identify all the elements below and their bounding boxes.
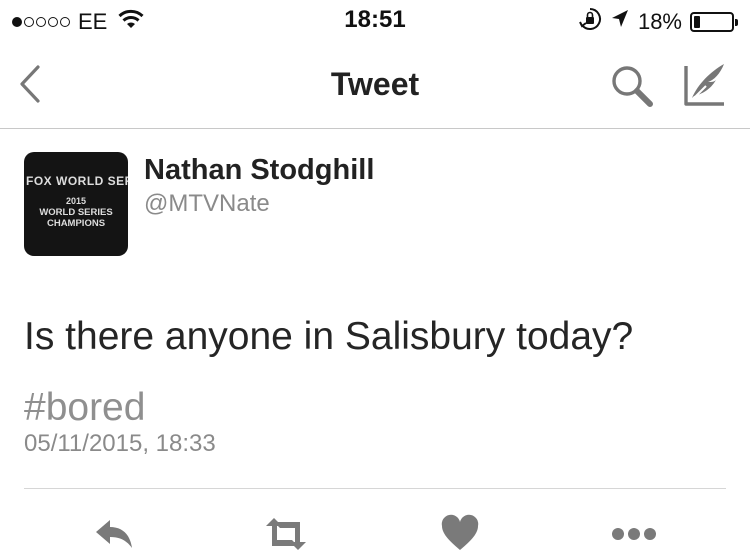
avatar-text-champions: CHAMPIONS xyxy=(46,218,106,229)
tweet-body: Is there anyone in Salisbury today? xyxy=(24,315,634,358)
search-button[interactable] xyxy=(608,62,656,110)
avatar[interactable]: FOX WORLD SERIES 2015 WORLD SERIES CHAMP… xyxy=(24,152,128,256)
compose-tweet-button[interactable] xyxy=(680,60,730,110)
user-display-name[interactable]: Nathan Stodghill xyxy=(144,154,374,187)
compose-quill-icon xyxy=(684,64,724,106)
navigation-bar: Tweet xyxy=(0,40,750,129)
reply-button[interactable] xyxy=(92,514,136,554)
avatar-text-series: WORLD SERIES xyxy=(39,207,113,218)
search-icon xyxy=(612,66,653,107)
reply-icon xyxy=(96,520,132,548)
more-button[interactable] xyxy=(610,514,658,554)
retweet-button[interactable] xyxy=(262,514,310,554)
battery-icon xyxy=(690,11,738,32)
avatar-text-year: 2015 xyxy=(65,196,87,206)
divider xyxy=(24,488,726,489)
status-bar: EE 18:51 18% xyxy=(0,0,750,40)
tweet-action-bar xyxy=(0,508,750,560)
retweet-icon xyxy=(266,518,306,550)
battery-level xyxy=(694,15,700,28)
status-right: 18% xyxy=(578,7,738,36)
more-dots-icon xyxy=(612,528,656,540)
heart-icon xyxy=(441,514,479,550)
user-handle[interactable]: @MTVNate xyxy=(144,190,270,218)
location-arrow-icon xyxy=(610,8,630,35)
battery-percentage: 18% xyxy=(637,8,682,34)
tweet-text: Is there anyone in Salisbury today? #bor… xyxy=(24,302,726,444)
tweet-timestamp: 05/11/2015, 18:33 xyxy=(24,430,216,457)
rotation-lock-icon xyxy=(578,7,602,36)
like-button[interactable] xyxy=(440,514,484,554)
hashtag-link[interactable]: #bored xyxy=(24,386,145,429)
avatar-text-header: FOX WORLD SERIES xyxy=(26,174,128,188)
